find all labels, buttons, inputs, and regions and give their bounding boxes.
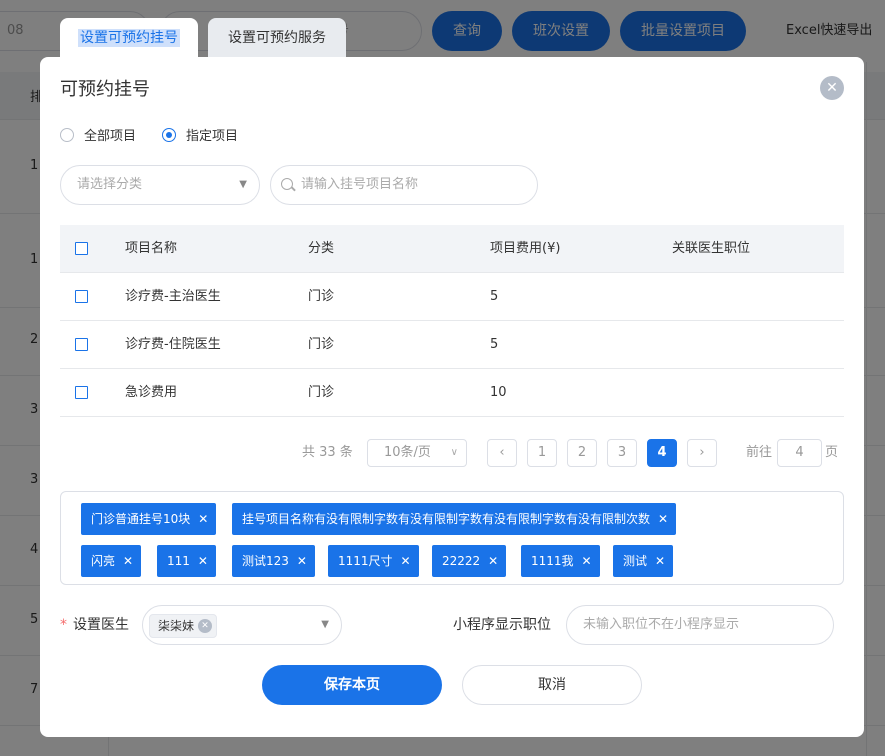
tag-label: 门诊普通挂号10块 xyxy=(91,512,191,526)
table-row[interactable]: 诊疗费-住院医生 门诊 5 xyxy=(60,321,844,369)
project-scope-radio-group: 全部项目 指定项目 xyxy=(60,125,264,144)
selected-tag: 111 ✕ xyxy=(157,545,216,577)
tag-label: 111 xyxy=(167,554,190,568)
column-header: 关联医生职位 xyxy=(672,241,751,256)
required-mark: * xyxy=(60,617,67,633)
selected-tag: 22222 ✕ xyxy=(432,545,507,577)
tag-label: 测试123 xyxy=(242,554,289,568)
mini-program-position-label: 小程序显示职位 xyxy=(453,617,551,633)
selected-tag: 门诊普通挂号10块 ✕ xyxy=(81,503,217,535)
pagination-total: 共 33 条 xyxy=(302,445,353,460)
tab-label: 设置可预约挂号 xyxy=(78,29,180,47)
selected-tag: 1111我 ✕ xyxy=(521,545,600,577)
page-size-value: 10条/页 xyxy=(384,445,431,460)
select-all-checkbox[interactable] xyxy=(75,242,88,255)
tag-label: 闪亮 xyxy=(91,554,116,568)
tag-close-icon[interactable]: ✕ xyxy=(488,545,498,577)
row-checkbox[interactable] xyxy=(75,290,88,303)
doctor-chip: 柒柒妹 ✕ xyxy=(149,614,218,638)
goto-label: 前往 xyxy=(746,445,773,460)
radio-all-projects[interactable]: 全部项目 xyxy=(60,125,136,144)
search-icon xyxy=(281,178,293,190)
project-name-cell: 急诊费用 xyxy=(125,385,178,400)
page-size-select[interactable]: 10条/页 ∨ xyxy=(367,439,467,467)
page-button-current[interactable]: 4 xyxy=(647,439,677,467)
doctor-select[interactable]: 柒柒妹 ✕ ▼ xyxy=(142,605,342,645)
radio-checked-icon xyxy=(162,127,177,142)
page-button[interactable]: 1 xyxy=(527,439,557,467)
tag-close-icon[interactable]: ✕ xyxy=(198,503,208,535)
fee-cell: 5 xyxy=(490,337,499,352)
project-table: 项目名称 分类 项目费用(¥) 关联医生职位 诊疗费-主治医生 门诊 5 诊疗费… xyxy=(60,225,844,417)
tag-close-icon[interactable]: ✕ xyxy=(658,503,668,535)
table-row[interactable]: 急诊费用 门诊 10 xyxy=(60,369,844,417)
fee-cell: 10 xyxy=(490,385,507,400)
tab-appointment-services[interactable]: 设置可预约服务 xyxy=(208,18,346,62)
radio-circle-icon xyxy=(60,127,74,142)
radio-label: 指定项目 xyxy=(186,129,239,144)
doctor-chip-label: 柒柒妹 xyxy=(158,619,195,633)
appointment-modal: 可预约挂号 ✕ 全部项目 指定项目 请选择分类 ▼ 请输入挂号项目名称 项目名称… xyxy=(40,57,864,737)
category-placeholder: 请选择分类 xyxy=(77,177,143,192)
mini-program-position-input[interactable]: 未输入职位不在小程序显示 xyxy=(566,605,834,645)
caret-down-icon: ▼ xyxy=(239,179,247,190)
radio-label: 全部项目 xyxy=(84,129,137,144)
caret-down-icon: ▼ xyxy=(321,619,329,630)
column-header: 项目费用(¥) xyxy=(490,241,561,256)
chevron-down-icon: ∨ xyxy=(450,447,458,458)
column-header: 分类 xyxy=(308,241,335,256)
selected-tag: 1111尺寸 ✕ xyxy=(328,545,419,577)
tag-label: 挂号项目名称有没有限制字数有没有限制字数有没有限制字数有没有限制次数 xyxy=(242,512,651,526)
close-icon[interactable]: ✕ xyxy=(820,76,844,100)
modal-title: 可预约挂号 xyxy=(60,79,150,100)
selected-tag: 测试 ✕ xyxy=(613,545,674,577)
selected-projects-box: 门诊普通挂号10块 ✕ 挂号项目名称有没有限制字数有没有限制字数有没有限制字数有没… xyxy=(60,491,844,585)
tag-label: 1111尺寸 xyxy=(338,554,393,568)
tag-close-icon[interactable]: ✕ xyxy=(400,545,410,577)
row-checkbox[interactable] xyxy=(75,386,88,399)
next-page-button[interactable]: › xyxy=(687,439,717,467)
category-select[interactable]: 请选择分类 ▼ xyxy=(60,165,260,205)
goto-page-input[interactable]: 4 xyxy=(777,439,822,467)
radio-specified-projects[interactable]: 指定项目 xyxy=(162,125,238,144)
page-suffix: 页 xyxy=(825,445,839,460)
project-search-input[interactable]: 请输入挂号项目名称 xyxy=(270,165,538,205)
project-name-cell: 诊疗费-住院医生 xyxy=(125,337,221,352)
chip-close-icon[interactable]: ✕ xyxy=(198,619,213,633)
page-button[interactable]: 2 xyxy=(567,439,597,467)
selected-tag: 闪亮 ✕ xyxy=(81,545,142,577)
project-name-cell: 诊疗费-主治医生 xyxy=(125,289,221,304)
category-cell: 门诊 xyxy=(308,337,335,352)
cancel-button[interactable]: 取消 xyxy=(462,665,642,705)
tag-close-icon[interactable]: ✕ xyxy=(655,545,665,577)
column-header: 项目名称 xyxy=(125,241,178,256)
table-header: 项目名称 分类 项目费用(¥) 关联医生职位 xyxy=(60,225,844,273)
row-checkbox[interactable] xyxy=(75,338,88,351)
save-page-button[interactable]: 保存本页 xyxy=(262,665,442,705)
tag-close-icon[interactable]: ✕ xyxy=(297,545,307,577)
selected-tag: 挂号项目名称有没有限制字数有没有限制字数有没有限制字数有没有限制次数 ✕ xyxy=(232,503,677,535)
tag-close-icon[interactable]: ✕ xyxy=(198,545,208,577)
pagination: 共 33 条 10条/页 ∨ ‹ 1 2 3 4 › 前往 4 页 xyxy=(60,438,844,468)
tag-close-icon[interactable]: ✕ xyxy=(581,545,591,577)
tag-close-icon[interactable]: ✕ xyxy=(123,545,133,577)
tab-appointment-registration[interactable]: 设置可预约挂号 xyxy=(60,18,198,62)
page-button[interactable]: 3 xyxy=(607,439,637,467)
search-placeholder: 请输入挂号项目名称 xyxy=(301,177,419,192)
doctor-label-text: 设置医生 xyxy=(73,617,129,633)
selected-tag: 测试123 ✕ xyxy=(232,545,315,577)
prev-page-button[interactable]: ‹ xyxy=(487,439,517,467)
tag-label: 22222 xyxy=(442,554,481,568)
category-cell: 门诊 xyxy=(308,385,335,400)
tag-label: 测试 xyxy=(623,554,648,568)
table-row[interactable]: 诊疗费-主治医生 门诊 5 xyxy=(60,273,844,321)
doctor-label: * 设置医生 xyxy=(60,614,129,636)
tag-label: 1111我 xyxy=(531,554,574,568)
fee-cell: 5 xyxy=(490,289,499,304)
category-cell: 门诊 xyxy=(308,289,335,304)
